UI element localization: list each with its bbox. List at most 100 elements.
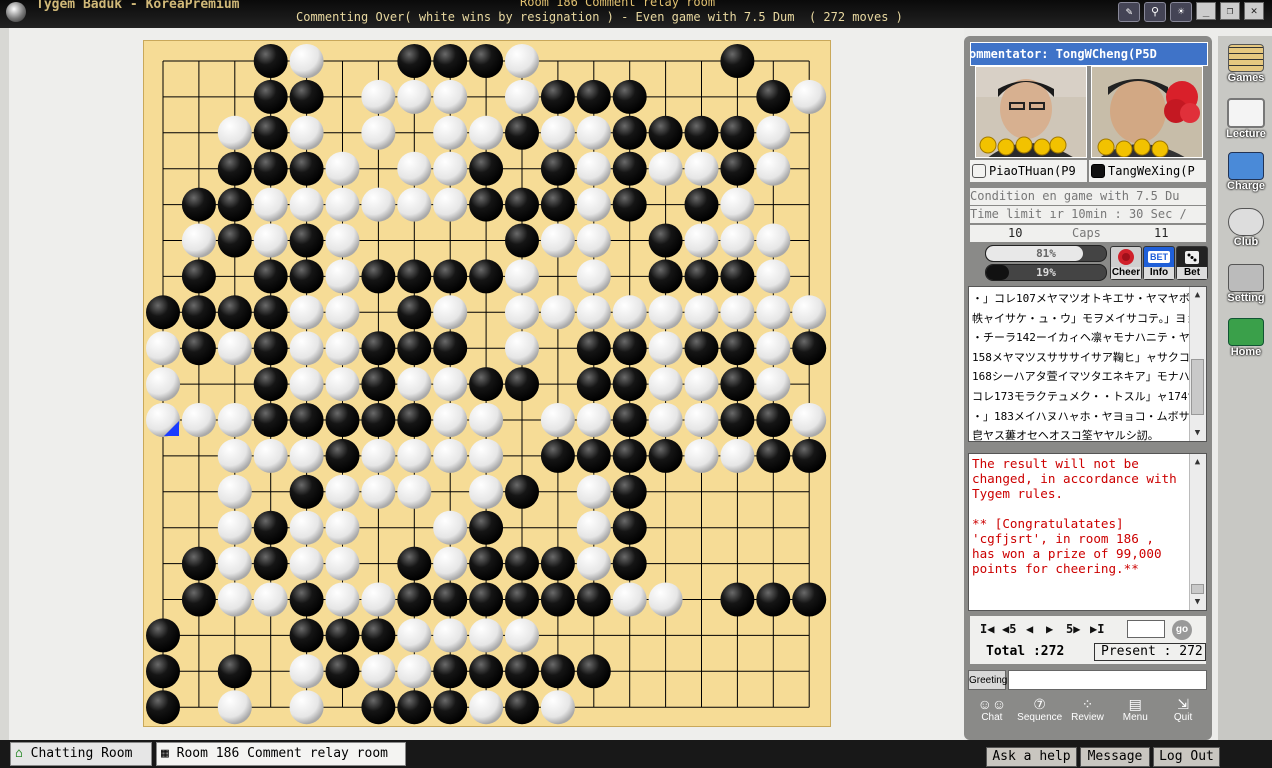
white-stone[interactable] — [792, 403, 827, 437]
black-stone[interactable] — [181, 582, 216, 617]
black-stone[interactable] — [433, 690, 468, 725]
white-stone[interactable] — [505, 331, 539, 366]
white-stone[interactable] — [576, 546, 611, 581]
white-stone[interactable] — [684, 223, 719, 258]
white-stone[interactable] — [540, 690, 575, 725]
white-stone[interactable] — [433, 151, 468, 186]
black-stone[interactable] — [612, 151, 647, 186]
white-stone[interactable] — [433, 438, 468, 473]
black-stone[interactable] — [217, 151, 252, 186]
forward-button[interactable]: ▶ — [1046, 622, 1053, 636]
black-stone[interactable] — [325, 403, 360, 437]
black-stone[interactable] — [361, 331, 396, 366]
sidebar-lecture-button[interactable]: Lecture — [1224, 98, 1268, 142]
white-stone[interactable] — [397, 474, 432, 509]
white-stone[interactable] — [289, 115, 324, 150]
white-stone[interactable] — [325, 295, 360, 330]
white-stone[interactable] — [648, 151, 683, 186]
white-stone[interactable] — [361, 187, 396, 222]
message-button[interactable]: Message — [1080, 747, 1150, 767]
scroll-thumb[interactable] — [1191, 359, 1204, 415]
black-stone[interactable] — [397, 259, 432, 294]
quit-button[interactable]: ⇲ Quit — [1159, 694, 1207, 728]
black-stone[interactable] — [397, 44, 432, 78]
ask-help-button[interactable]: Ask a help — [986, 747, 1077, 767]
black-stone[interactable] — [756, 79, 791, 114]
white-stone[interactable] — [756, 331, 791, 366]
white-stone[interactable] — [540, 403, 575, 437]
white-stone[interactable] — [433, 403, 468, 437]
white-stone[interactable] — [540, 223, 575, 258]
white-stone[interactable] — [253, 187, 288, 222]
white-stone[interactable] — [576, 259, 611, 294]
white-stone[interactable] — [648, 331, 683, 366]
white-stone[interactable] — [576, 295, 611, 330]
white-stone[interactable] — [325, 259, 360, 294]
chat-box[interactable]: The result will not be changed, in accor… — [968, 453, 1207, 611]
black-stone[interactable] — [684, 187, 719, 222]
black-stone[interactable] — [505, 187, 539, 222]
black-stone[interactable] — [289, 582, 324, 617]
black-stone[interactable] — [469, 187, 504, 222]
black-stone[interactable] — [361, 618, 396, 653]
white-stone[interactable] — [756, 259, 791, 294]
black-stone[interactable] — [505, 115, 539, 150]
white-stone[interactable] — [397, 187, 432, 222]
black-stone[interactable] — [469, 151, 504, 186]
sidebar-games-button[interactable]: Games — [1224, 44, 1268, 88]
black-stone[interactable] — [469, 546, 504, 581]
black-stone[interactable] — [505, 367, 539, 402]
white-stone[interactable] — [289, 510, 324, 545]
black-stone[interactable] — [253, 331, 288, 366]
white-stone[interactable] — [540, 295, 575, 330]
black-stone[interactable] — [505, 654, 539, 689]
black-stone[interactable] — [253, 295, 288, 330]
white-stone[interactable] — [181, 223, 216, 258]
black-stone[interactable] — [397, 690, 432, 725]
black-stone[interactable] — [469, 654, 504, 689]
sidebar-charge-button[interactable]: Charge — [1224, 152, 1268, 196]
white-stone[interactable] — [146, 331, 180, 366]
black-stone[interactable] — [361, 690, 396, 725]
black-stone[interactable] — [253, 367, 288, 402]
white-stone[interactable] — [505, 44, 539, 78]
black-stone[interactable] — [181, 546, 216, 581]
black-stone[interactable] — [540, 654, 575, 689]
black-stone[interactable] — [181, 187, 216, 222]
black-stone[interactable] — [684, 115, 719, 150]
black-stone[interactable] — [217, 223, 252, 258]
white-stone[interactable] — [361, 438, 396, 473]
black-stone[interactable] — [540, 79, 575, 114]
black-stone[interactable] — [576, 438, 611, 473]
black-stone[interactable] — [433, 654, 468, 689]
black-stone[interactable] — [576, 582, 611, 617]
black-stone[interactable] — [540, 438, 575, 473]
go-board-grid[interactable] — [144, 41, 830, 726]
black-stone[interactable] — [648, 115, 683, 150]
black-stone[interactable] — [253, 510, 288, 545]
scroll-down-arrow-icon[interactable]: ▼ — [1192, 596, 1203, 608]
white-stone[interactable] — [325, 546, 360, 581]
black-stone[interactable] — [146, 618, 180, 653]
greeting-button[interactable]: Greeting — [968, 670, 1007, 690]
white-stone[interactable] — [397, 79, 432, 114]
black-stone[interactable] — [397, 582, 432, 617]
white-stone[interactable] — [433, 546, 468, 581]
white-stone[interactable] — [325, 331, 360, 366]
white-stone[interactable] — [217, 510, 252, 545]
magnifier-icon[interactable]: ⚲ — [1144, 2, 1166, 22]
black-stone[interactable] — [181, 295, 216, 330]
white-stone[interactable] — [756, 223, 791, 258]
black-stone[interactable] — [505, 223, 539, 258]
back-5-button[interactable]: ◀5 — [1002, 622, 1016, 636]
black-stone[interactable] — [792, 331, 827, 366]
white-stone[interactable] — [181, 403, 216, 437]
black-stone[interactable] — [253, 151, 288, 186]
black-stone[interactable] — [756, 582, 791, 617]
scroll-thumb[interactable] — [1191, 584, 1204, 594]
white-stone[interactable] — [325, 367, 360, 402]
black-stone[interactable] — [612, 546, 647, 581]
commentary-box[interactable]: ・」コレ107メヤマツオトキエサ・ヤマヤボタ 帙ャイサケ・ュ・ウ」モヲメイサコテ… — [968, 286, 1207, 442]
white-stone[interactable] — [505, 295, 539, 330]
white-stone[interactable] — [253, 438, 288, 473]
